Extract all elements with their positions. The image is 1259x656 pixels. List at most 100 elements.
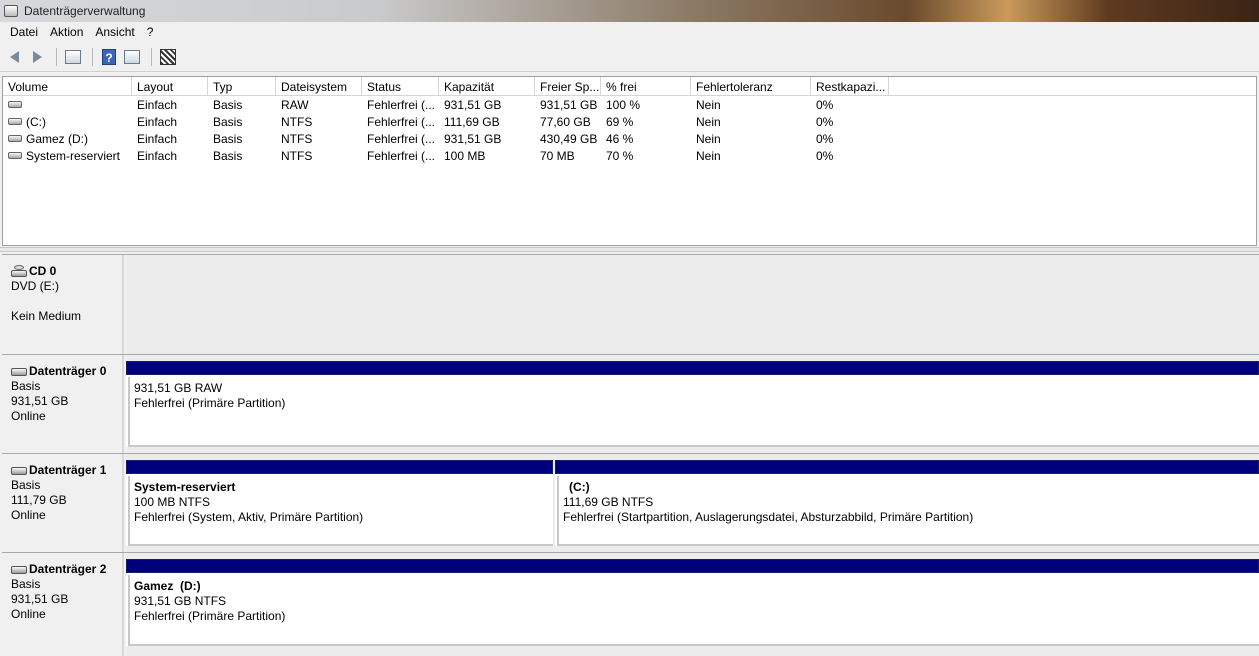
partition-block[interactable]: System-reserviert 100 MB NTFS Fehlerfrei…	[126, 460, 553, 546]
menu-aktion[interactable]: Aktion	[44, 22, 89, 43]
cell-restkapazitaet: 0%	[816, 97, 834, 112]
disk-label-disk2[interactable]: Datenträger 2 Basis 931,51 GB Online	[2, 553, 124, 656]
cell-kapazitaet: 931,51 GB	[444, 131, 502, 146]
cell-volume: Gamez (D:)	[26, 131, 89, 146]
partition-bar	[555, 460, 1259, 474]
partition-bar	[126, 559, 1259, 573]
cell-layout: Einfach	[137, 114, 178, 129]
column-header-prozent-frei[interactable]: % frei	[601, 77, 691, 96]
cell-status: Fehlerfrei (...	[367, 97, 436, 112]
cell-freier-speicher: 77,60 GB	[540, 114, 591, 129]
column-header-freier-speicher[interactable]: Freier Sp...	[535, 77, 601, 96]
cell-status: Fehlerfrei (...	[367, 148, 436, 163]
properties-button[interactable]	[158, 47, 178, 67]
volume-icon	[8, 152, 22, 159]
toolbar-separator	[92, 48, 93, 66]
cell-status: Fehlerfrei (...	[367, 114, 436, 129]
column-header-kapazitaet[interactable]: Kapazität	[439, 77, 535, 96]
disk-size: 931,51 GB	[11, 592, 69, 606]
partition-size: 931,51 GB RAW	[134, 381, 223, 395]
cell-fehlertoleranz: Nein	[696, 97, 721, 112]
menu-bar: Datei Aktion Ansicht ?	[0, 22, 1259, 43]
menu-ansicht[interactable]: Ansicht	[89, 22, 140, 43]
disk-media-status: Kein Medium	[11, 309, 82, 323]
hard-disk-icon	[11, 466, 27, 475]
cell-fehlertoleranz: Nein	[696, 148, 721, 163]
cell-freier-speicher: 931,51 GB	[540, 97, 598, 112]
list-view-button[interactable]	[122, 47, 142, 67]
disk-name: Datenträger 2	[29, 562, 107, 576]
disk-label-disk0[interactable]: Datenträger 0 Basis 931,51 GB Online	[2, 355, 124, 453]
cell-status: Fehlerfrei (...	[367, 131, 436, 146]
table-row[interactable]: (C:) Einfach Basis NTFS Fehlerfrei (... …	[3, 113, 1256, 130]
volume-icon	[8, 118, 22, 125]
partition-size: 100 MB NTFS	[134, 495, 211, 509]
back-button[interactable]	[4, 47, 24, 67]
column-header-dateisystem[interactable]: Dateisystem	[276, 77, 362, 96]
partition-status: Fehlerfrei (Primäre Partition)	[134, 609, 286, 623]
disk-size: 931,51 GB	[11, 394, 69, 408]
volume-list[interactable]: Volume Layout Typ Dateisystem Status Kap…	[2, 76, 1257, 246]
disk-label-cd0[interactable]: CD 0 DVD (E:) Kein Medium	[2, 255, 124, 354]
help-button[interactable]: ?	[99, 47, 119, 67]
cell-typ: Basis	[213, 97, 243, 112]
cell-prozent-frei: 69 %	[606, 114, 634, 129]
title-bar: Datenträgerverwaltung	[0, 0, 1259, 22]
partition-size: 111,69 GB NTFS	[563, 495, 654, 509]
console-tree-button[interactable]	[63, 47, 83, 67]
cell-prozent-frei: 46 %	[606, 131, 634, 146]
table-row[interactable]: Gamez (D:) Einfach Basis NTFS Fehlerfrei…	[3, 130, 1256, 147]
properties-icon	[160, 49, 176, 65]
forward-arrow-icon	[32, 51, 42, 63]
column-header-status[interactable]: Status	[362, 77, 439, 96]
column-header-fehlertoleranz[interactable]: Fehlertoleranz	[691, 77, 811, 96]
column-header-restkapazitaet[interactable]: Restkapazi...	[811, 77, 889, 96]
disk-row-disk0: Datenträger 0 Basis 931,51 GB Online 931…	[2, 354, 1259, 453]
forward-button[interactable]	[27, 47, 47, 67]
console-tree-icon	[65, 50, 81, 64]
menu-datei[interactable]: Datei	[4, 22, 44, 43]
partition-block[interactable]: Gamez (D:) 931,51 GB NTFS Fehlerfrei (Pr…	[126, 559, 1259, 646]
disk-map-pane: CD 0 DVD (E:) Kein Medium Datenträger 0 …	[2, 254, 1259, 656]
table-row[interactable]: System-reserviert Einfach Basis NTFS Feh…	[3, 147, 1256, 164]
cd-drive-icon	[11, 265, 27, 278]
partition-block[interactable]: 931,51 GB RAW Fehlerfrei (Primäre Partit…	[126, 361, 1259, 447]
cell-freier-speicher: 430,49 GB	[540, 131, 598, 146]
partition-block[interactable]: (C:) 111,69 GB NTFS Fehlerfrei (Startpar…	[555, 460, 1259, 546]
disk-name: Datenträger 1	[29, 463, 107, 477]
toolbar-separator	[151, 48, 152, 66]
disk-state: Online	[11, 409, 46, 423]
disk-type: Basis	[11, 379, 41, 393]
cd0-empty-area	[126, 255, 1259, 354]
cell-prozent-frei: 100 %	[606, 97, 641, 112]
partition-name: Gamez (D:)	[134, 579, 201, 593]
column-header-typ[interactable]: Typ	[208, 77, 276, 96]
partition-size: 931,51 GB NTFS	[134, 594, 227, 608]
menu-help[interactable]: ?	[141, 22, 160, 43]
partition-bar	[126, 361, 1259, 375]
cell-dateisystem: RAW	[281, 97, 309, 112]
disk-name: Datenträger 0	[29, 364, 107, 378]
cell-typ: Basis	[213, 148, 243, 163]
table-row[interactable]: Einfach Basis RAW Fehlerfrei (... 931,51…	[3, 96, 1256, 113]
disk-management-icon	[4, 5, 18, 17]
column-header-volume[interactable]: Volume	[3, 77, 132, 96]
volume-icon	[8, 101, 22, 108]
partition-name: (C:)	[569, 480, 590, 494]
list-header: Volume Layout Typ Dateisystem Status Kap…	[3, 77, 1256, 96]
partition-name: System-reserviert	[134, 480, 236, 494]
cell-typ: Basis	[213, 131, 243, 146]
disk-state: Online	[11, 508, 46, 522]
cell-restkapazitaet: 0%	[816, 131, 834, 146]
volume-icon	[8, 135, 22, 142]
disk-label-disk1[interactable]: Datenträger 1 Basis 111,79 GB Online	[2, 454, 124, 552]
back-arrow-icon	[9, 51, 19, 63]
column-header-layout[interactable]: Layout	[132, 77, 208, 96]
list-view-icon	[124, 50, 140, 64]
pane-splitter[interactable]	[0, 247, 1259, 252]
partition-status: Fehlerfrei (Primäre Partition)	[134, 396, 286, 410]
cell-restkapazitaet: 0%	[816, 148, 834, 163]
partition-status: Fehlerfrei (Startpartition, Auslagerungs…	[563, 510, 974, 524]
hard-disk-icon	[11, 565, 27, 574]
cell-prozent-frei: 70 %	[606, 148, 634, 163]
